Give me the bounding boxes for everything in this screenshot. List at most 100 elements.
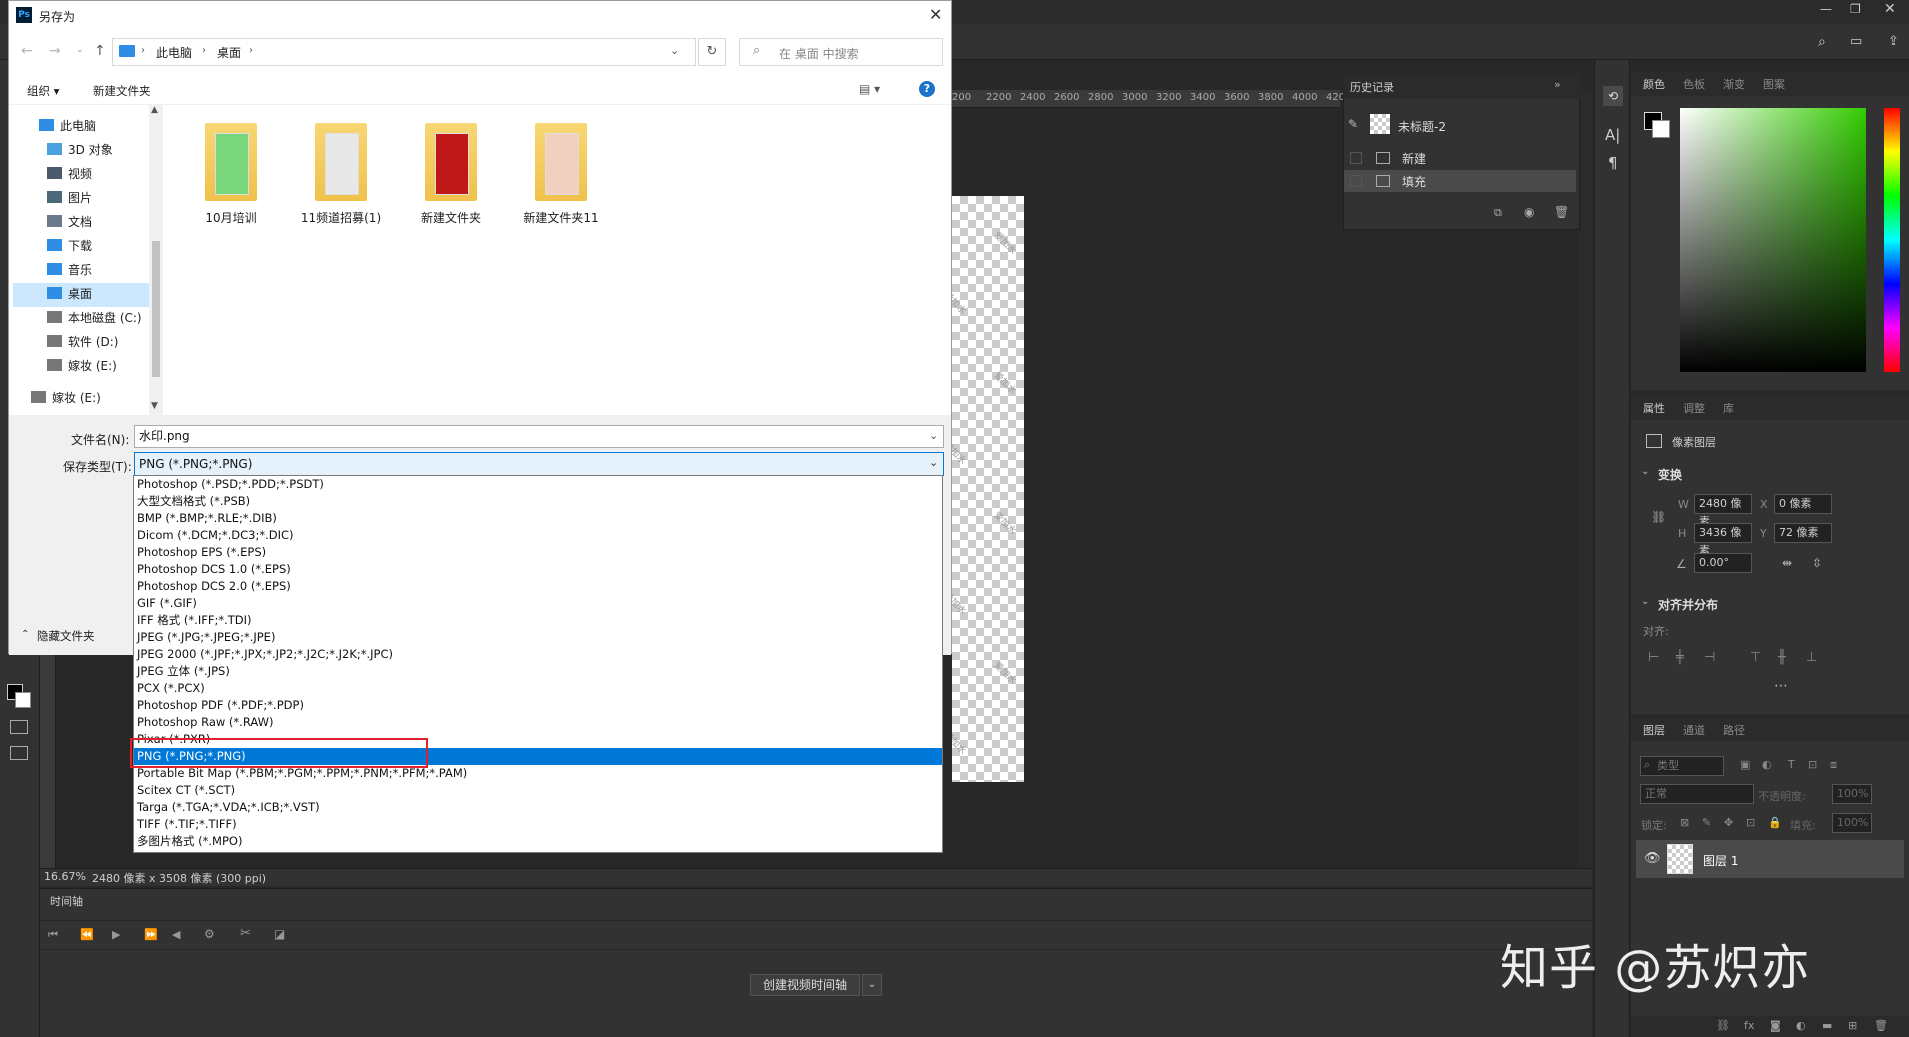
document-canvas[interactable]: 爱加水 爱加水 爱加水 爱加水 爱加水 爱加水 爱加水 爱加水 — [952, 196, 1024, 782]
filetype-option[interactable]: PCX (*.PCX) — [134, 680, 942, 697]
lock-all-icon[interactable]: 🔒 — [1768, 816, 1782, 829]
scissors-icon[interactable]: ✂ — [240, 926, 251, 941]
folder-item[interactable]: 10月培训 — [177, 123, 285, 226]
tab-adjustments[interactable]: 调整 — [1683, 398, 1705, 420]
next-frame-icon[interactable]: ⏩ — [144, 928, 158, 941]
tab-layers[interactable]: 图层 — [1643, 720, 1665, 742]
lock-move-icon[interactable]: ✥ — [1724, 816, 1733, 829]
nav-item[interactable]: 嫁妆 (E:) — [31, 385, 101, 409]
help-icon[interactable]: ? — [919, 81, 935, 97]
filetype-option[interactable]: JPEG (*.JPG;*.JPEG;*.JPE) — [134, 629, 942, 646]
filetype-option[interactable]: GIF (*.GIF) — [134, 595, 942, 612]
nav-item[interactable]: 此电脑 — [39, 113, 96, 137]
nav-item[interactable]: 3D 对象 — [47, 137, 113, 161]
nav-item[interactable]: 视频 — [47, 161, 92, 185]
align-left-icon[interactable]: ⊢ — [1648, 650, 1659, 665]
filename-dropdown-icon[interactable]: ⌄ — [929, 429, 938, 442]
up-arrow-icon[interactable]: ↑ — [94, 43, 106, 59]
camera-snapshot-icon[interactable]: ◉ — [1524, 205, 1534, 219]
filetype-option[interactable]: Targa (*.TGA;*.VDA;*.ICB;*.VST) — [134, 799, 942, 816]
prev-frame-icon[interactable]: ⏪ — [80, 928, 94, 941]
recent-dropdown-icon[interactable]: ⌄ — [76, 45, 84, 55]
background-color-swatch[interactable] — [15, 692, 31, 708]
nav-item[interactable]: 下载 — [47, 233, 92, 257]
tab-gradients[interactable]: 渐变 — [1723, 74, 1745, 96]
height-field[interactable]: 3436 像素 — [1694, 523, 1752, 557]
zoom-level[interactable]: 16.67% — [44, 870, 86, 883]
filetype-option[interactable]: Photoshop (*.PSD;*.PDD;*.PSDT) — [134, 476, 942, 493]
breadcrumb-this-pc[interactable]: 此电脑 — [156, 44, 192, 61]
folder-item[interactable]: 新建文件夹11 — [507, 123, 615, 226]
window-close-icon[interactable]: ✕ — [1884, 1, 1896, 17]
filter-adjust-icon[interactable]: ◐ — [1762, 758, 1772, 771]
align-middle-v-icon[interactable]: ╫ — [1778, 650, 1786, 665]
nav-item[interactable]: 音乐 — [47, 257, 92, 281]
new-layer-icon[interactable]: ⊞ — [1848, 1019, 1857, 1032]
audio-icon[interactable]: ◀ — [172, 928, 180, 941]
forward-arrow-icon[interactable]: → — [49, 43, 61, 59]
breadcrumb-desktop[interactable]: 桌面 — [217, 44, 241, 61]
address-dropdown-icon[interactable]: ⌄ — [670, 44, 679, 57]
filetype-select[interactable]: PNG (*.PNG;*.PNG) — [134, 452, 944, 476]
nav-item[interactable]: 文档 — [47, 209, 92, 233]
layer-filter-select[interactable]: 类型 — [1640, 756, 1724, 776]
refresh-button[interactable]: ↻ — [698, 38, 726, 66]
nav-scroll-thumb[interactable] — [152, 241, 160, 377]
timeline-tab[interactable]: 时间轴 — [50, 893, 83, 909]
filetype-option[interactable]: Dicom (*.DCM;*.DC3;*.DIC) — [134, 527, 942, 544]
opacity-field[interactable]: 100% — [1832, 784, 1872, 804]
transform-chevron-icon[interactable]: ⌄ — [1641, 466, 1649, 477]
settings-gear-icon[interactable]: ⚙ — [204, 927, 215, 941]
lock-transparent-icon[interactable]: ⊠ — [1680, 816, 1689, 829]
filetype-option[interactable]: JPEG 立体 (*.JPS) — [134, 663, 942, 680]
history-brush-icon[interactable]: ✎ — [1348, 117, 1358, 131]
hide-folders-button[interactable]: 隐藏文件夹 — [37, 628, 95, 644]
history-step-fill[interactable]: 填充 — [1344, 170, 1576, 192]
align-bottom-icon[interactable]: ⊥ — [1806, 650, 1817, 665]
flip-horizontal-icon[interactable]: ⇹ — [1782, 556, 1792, 570]
align-right-icon[interactable]: ⊣ — [1704, 650, 1715, 665]
go-first-frame-icon[interactable]: ⏮ — [48, 928, 58, 942]
history-panel-icon[interactable]: ⟲ — [1603, 86, 1623, 106]
filter-shape-icon[interactable]: ⊡ — [1808, 758, 1817, 771]
document-info[interactable]: 2480 像素 x 3508 像素 (300 ppi) — [92, 870, 266, 886]
adjustment-layer-icon[interactable]: ◐ — [1796, 1019, 1806, 1032]
window-restore-icon[interactable]: ❐ — [1850, 2, 1861, 16]
ps-search-icon[interactable]: ⌕ — [1818, 34, 1834, 50]
tab-channels[interactable]: 通道 — [1683, 720, 1705, 742]
history-step-new[interactable]: 新建 — [1344, 147, 1576, 169]
history-tab[interactable]: 历史记录 — [1350, 79, 1394, 95]
nav-item[interactable]: 嫁妆 (E:) — [47, 353, 117, 377]
blend-mode-select[interactable]: 正常 — [1640, 784, 1754, 804]
back-arrow-icon[interactable]: ← — [21, 43, 33, 59]
filetype-option[interactable]: Scitex CT (*.SCT) — [134, 782, 942, 799]
nav-item[interactable]: 本地磁盘 (C:) — [47, 305, 142, 329]
nav-scroll-up-icon[interactable]: ▲ — [151, 105, 158, 115]
filetype-option[interactable]: 多图片格式 (*.MPO) — [134, 833, 942, 850]
link-icon[interactable]: ⛓ — [1651, 510, 1666, 524]
ps-share-icon[interactable]: ⇪ — [1888, 34, 1904, 50]
new-document-from-state-icon[interactable]: ⧉ — [1494, 206, 1502, 220]
link-layers-icon[interactable]: ⛓ — [1716, 1019, 1730, 1032]
address-bar[interactable] — [112, 38, 696, 66]
dialog-close-icon[interactable]: ✕ — [929, 5, 942, 24]
filetype-option[interactable]: JPEG 2000 (*.JPF;*.JPX;*.JP2;*.J2C;*.J2K… — [134, 646, 942, 663]
filetype-option[interactable]: TIFF (*.TIF;*.TIFF) — [134, 816, 942, 833]
eye-icon[interactable]: 👁 — [1644, 851, 1661, 866]
color-picker-field[interactable] — [1680, 108, 1866, 372]
canvas-scrollbar[interactable] — [1578, 90, 1592, 868]
filetype-option[interactable]: Photoshop DCS 1.0 (*.EPS) — [134, 561, 942, 578]
fx-icon[interactable]: fx — [1744, 1019, 1754, 1032]
hide-folders-chevron-icon[interactable]: ⌃ — [21, 629, 29, 640]
view-options-icon[interactable]: ▤ ▾ — [859, 82, 880, 96]
x-field[interactable]: 0 像素 — [1774, 494, 1832, 514]
create-video-timeline-button[interactable]: 创建视频时间轴 — [750, 974, 860, 996]
play-icon[interactable]: ▶ — [112, 928, 120, 941]
filetype-option[interactable]: 大型文档格式 (*.PSB) — [134, 493, 942, 510]
tab-paths[interactable]: 路径 — [1723, 720, 1745, 742]
filetype-option[interactable]: Photoshop DCS 2.0 (*.EPS) — [134, 578, 942, 595]
tab-properties[interactable]: 属性 — [1643, 398, 1665, 420]
filter-type-icon[interactable]: T — [1788, 758, 1795, 771]
filetype-option[interactable]: BMP (*.BMP;*.RLE;*.DIB) — [134, 510, 942, 527]
align-chevron-icon[interactable]: ⌄ — [1641, 596, 1649, 607]
